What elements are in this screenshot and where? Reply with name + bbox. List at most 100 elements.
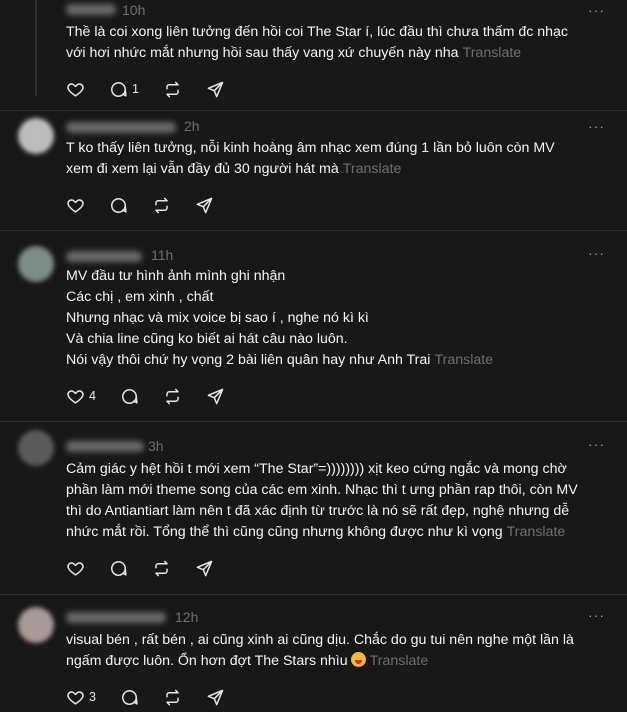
post-time: 10h — [122, 2, 146, 18]
reply-button[interactable]: 1 — [109, 80, 139, 99]
post-line-text: ngấm được luôn. Ổn hơn đợt The Stars nhì… — [66, 653, 348, 669]
reply-button[interactable] — [120, 688, 139, 707]
comment-icon — [111, 197, 127, 213]
share-icon — [196, 560, 213, 576]
post-time: 12h — [175, 609, 199, 625]
avatar[interactable] — [18, 246, 54, 282]
divider — [0, 421, 627, 422]
username-blurred[interactable] — [66, 612, 166, 623]
post-actions — [66, 195, 238, 215]
avatar[interactable] — [18, 607, 54, 643]
post-line: với hơi nhức mắt nhưng hồi sau thấy vang… — [66, 43, 597, 64]
share-button[interactable] — [206, 80, 225, 99]
post-line: T ko thấy liên tưởng, nỗi kinh hoàng âm … — [66, 140, 555, 156]
comment-icon — [121, 388, 138, 404]
post-line: Nhưng nhạc và mix voice bị sao í , nghe … — [66, 310, 369, 326]
post-actions: 3 — [66, 687, 249, 707]
share-button[interactable] — [195, 559, 214, 578]
share-button[interactable] — [195, 196, 214, 215]
share-icon — [207, 689, 224, 705]
thread-line — [35, 0, 37, 96]
like-button[interactable] — [66, 559, 85, 578]
post-line: Các chị , em xinh , chất — [66, 289, 214, 305]
more-options-button[interactable]: ··· — [588, 607, 605, 623]
username-blurred[interactable] — [66, 251, 142, 262]
post-body: T ko thấy liên tưởng, nỗi kinh hoàng âm … — [66, 138, 597, 180]
repost-button[interactable] — [152, 559, 171, 578]
divider — [0, 594, 627, 595]
post-line: Và chia line cũng ko biết ai hát câu nào… — [66, 331, 348, 347]
post-line: xem đi xem lại vẫn đầy đủ 30 người hát m… — [66, 159, 597, 180]
translate-link[interactable]: Translate — [507, 524, 566, 540]
share-icon — [207, 81, 224, 97]
repost-button[interactable] — [163, 387, 182, 406]
comment-icon — [121, 689, 138, 705]
post-line: phần làm mới theme song của các em xinh.… — [66, 482, 578, 498]
repost-button[interactable] — [163, 688, 182, 707]
like-button[interactable] — [66, 196, 85, 215]
like-count: 4 — [89, 389, 96, 403]
like-button[interactable]: 4 — [66, 387, 96, 406]
like-button[interactable]: 3 — [66, 688, 96, 707]
translate-link[interactable]: Translate — [463, 45, 522, 61]
more-options-button[interactable]: ··· — [588, 2, 605, 18]
post-line: MV đầu tư hình ảnh mình ghi nhận — [66, 268, 286, 284]
username-blurred[interactable] — [66, 441, 144, 452]
reply-button[interactable] — [109, 559, 128, 578]
share-icon — [207, 388, 224, 404]
post-body: visual bén , rất bén , ai cũng xinh ai c… — [66, 630, 597, 672]
more-options-button[interactable]: ··· — [588, 245, 605, 261]
post-time: 2h — [184, 118, 200, 134]
post-line: ngấm được luôn. Ổn hơn đợt The Stars nhì… — [66, 651, 597, 672]
more-options-button[interactable]: ··· — [588, 436, 605, 452]
repost-icon — [166, 81, 179, 97]
comment-icon — [111, 560, 127, 576]
post-actions — [66, 558, 238, 578]
share-button[interactable] — [206, 387, 225, 406]
grinning-face-emoji-icon — [350, 652, 366, 667]
more-options-button[interactable]: ··· — [588, 118, 605, 134]
post-line: nhức mắt rồi. Tổng thể thì cũng cũng như… — [66, 522, 597, 543]
post-body: Cảm giác y hệt hồi t mới xem “The Star”=… — [66, 459, 597, 543]
post-line-text: xem đi xem lại vẫn đầy đủ 30 người hát m… — [66, 161, 339, 177]
post-line: Cảm giác y hệt hồi t mới xem “The Star”=… — [66, 461, 567, 477]
heart-icon — [67, 690, 84, 705]
reply-count: 1 — [132, 82, 139, 96]
repost-icon — [155, 197, 168, 213]
heart-icon — [67, 198, 84, 213]
avatar[interactable] — [18, 118, 54, 154]
heart-icon — [67, 561, 84, 576]
reply-button[interactable] — [120, 387, 139, 406]
heart-icon — [67, 82, 84, 97]
post-time: 11h — [151, 247, 174, 263]
divider — [0, 230, 627, 231]
post-line: Thề là coi xong liên tưởng đến hồi coi T… — [66, 24, 569, 40]
username-blurred[interactable] — [66, 4, 116, 15]
repost-button[interactable] — [163, 80, 182, 99]
post-actions: 1 — [66, 79, 249, 99]
repost-icon — [166, 689, 179, 705]
translate-link[interactable]: Translate — [434, 352, 493, 368]
username-blurred[interactable] — [66, 122, 176, 133]
heart-icon — [67, 389, 84, 404]
post-body: Thề là coi xong liên tưởng đến hồi coi T… — [66, 22, 597, 64]
repost-icon — [155, 560, 168, 576]
repost-icon — [166, 388, 179, 404]
post-body: MV đầu tư hình ảnh mình ghi nhận Các chị… — [66, 266, 597, 371]
post-line-text: Nói vậy thôi chứ hy vọng 2 bài liên quân… — [66, 352, 431, 368]
post-line: visual bén , rất bén , ai cũng xinh ai c… — [66, 632, 574, 648]
reply-button[interactable] — [109, 196, 128, 215]
share-icon — [196, 197, 213, 213]
repost-button[interactable] — [152, 196, 171, 215]
post-line-text: nhức mắt rồi. Tổng thể thì cũng cũng như… — [66, 524, 503, 540]
translate-link[interactable]: Translate — [370, 653, 429, 669]
avatar[interactable] — [18, 430, 54, 466]
share-button[interactable] — [206, 688, 225, 707]
translate-link[interactable]: Translate — [343, 161, 402, 177]
divider — [0, 110, 627, 111]
like-button[interactable] — [66, 80, 85, 99]
like-count: 3 — [89, 690, 96, 704]
post-line: thì do Antiantiart làm nên t đã xác định… — [66, 503, 570, 519]
post-time: 3h — [148, 438, 164, 454]
post-actions: 4 — [66, 386, 249, 406]
